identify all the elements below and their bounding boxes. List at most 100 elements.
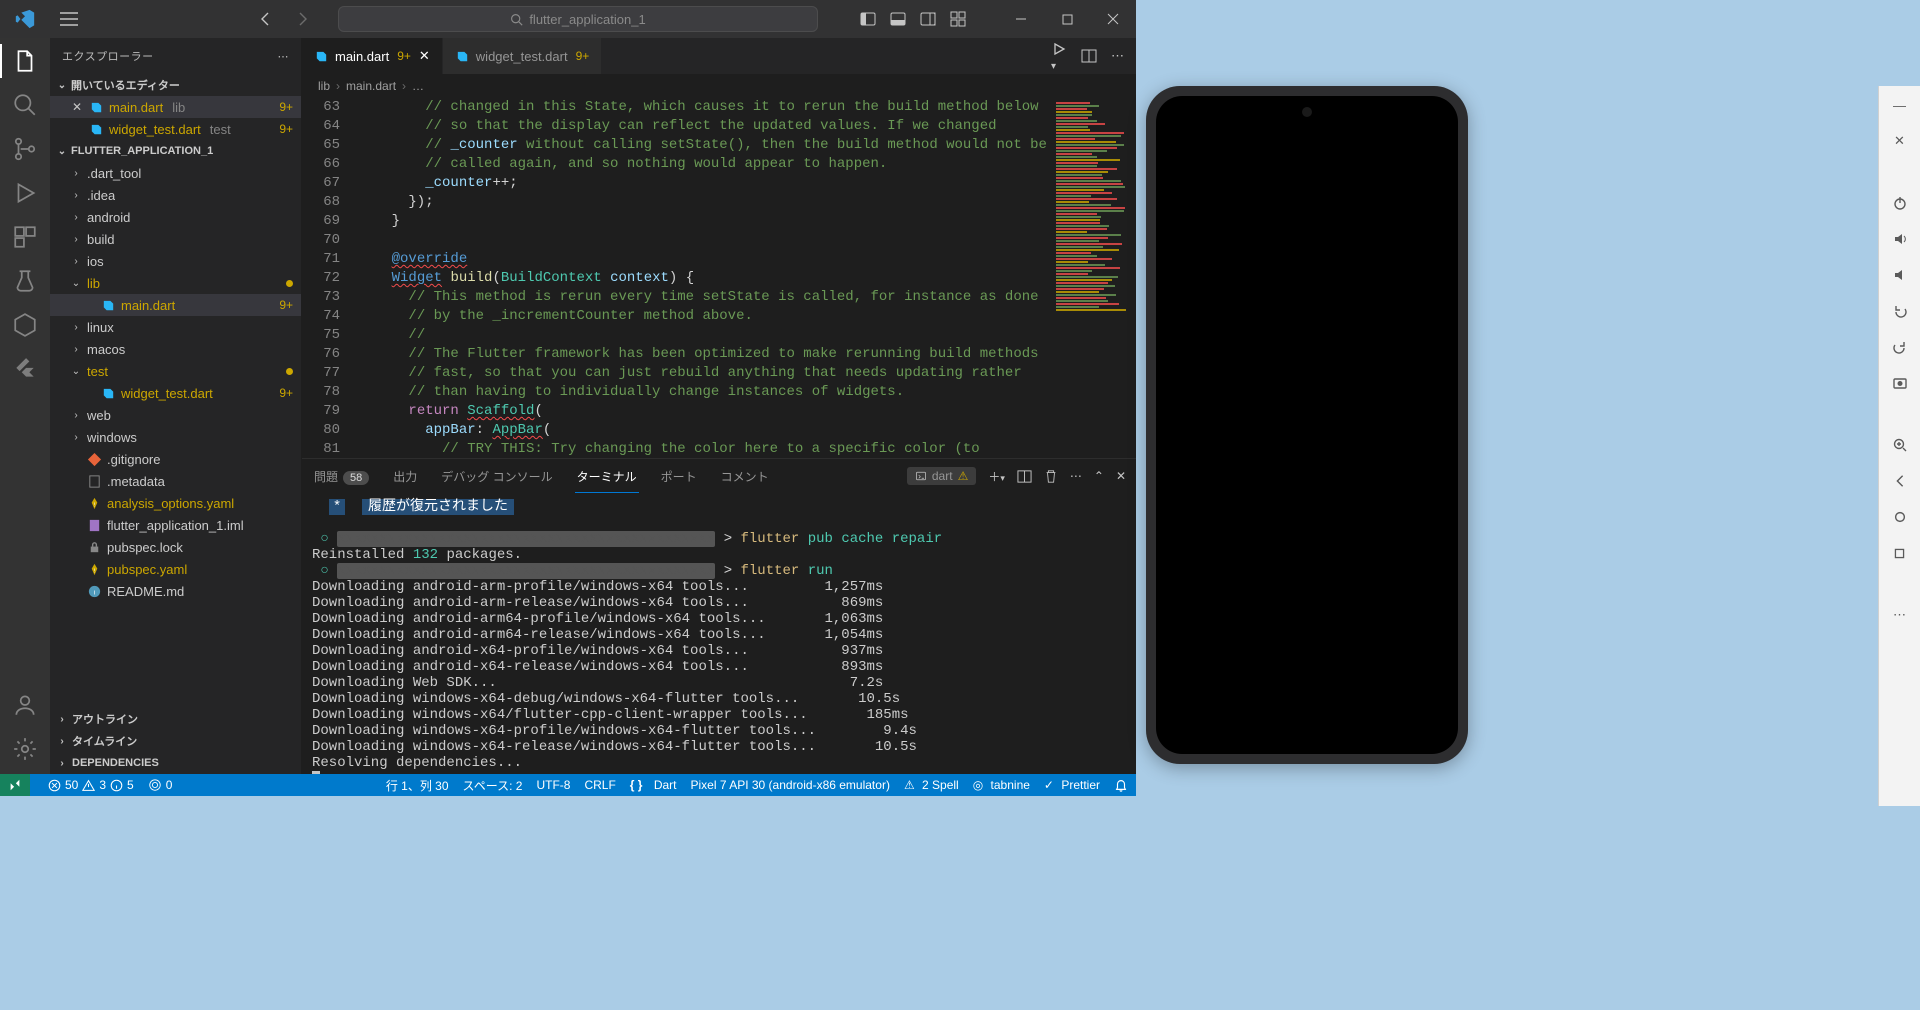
accounts-icon[interactable] xyxy=(12,692,38,718)
customize-layout-icon[interactable] xyxy=(950,11,966,27)
open-editor-item[interactable]: widget_test.darttest9+ xyxy=(50,118,301,140)
search-icon[interactable] xyxy=(12,92,38,118)
kill-terminal-icon[interactable] xyxy=(1044,469,1058,483)
tree-item[interactable]: ›.idea xyxy=(50,184,301,206)
panel-tab-debug-console[interactable]: デバッグ コンソール xyxy=(439,468,554,485)
tree-item[interactable]: ⌄lib xyxy=(50,272,301,294)
open-editor-item[interactable]: ✕main.dartlib9+ xyxy=(50,96,301,118)
status-ports[interactable]: 0 xyxy=(148,778,173,792)
close-editor-icon[interactable]: ✕ xyxy=(70,100,84,114)
flutter-icon[interactable] xyxy=(12,356,38,382)
terminal[interactable]: * 履歴が復元されました ○ xxxxxxxxxxxxxxxxxxxxxxxxx… xyxy=(302,493,1136,774)
status-prettier[interactable]: ✓ Prettier xyxy=(1044,778,1100,792)
emulator-volume-down-icon[interactable] xyxy=(1889,264,1911,286)
source-control-icon[interactable] xyxy=(12,136,38,162)
tree-item[interactable]: ›macos xyxy=(50,338,301,360)
emulator-power-icon[interactable] xyxy=(1889,192,1911,214)
tree-item[interactable]: main.dart9+ xyxy=(50,294,301,316)
emulator-screenshot-icon[interactable] xyxy=(1889,372,1911,394)
breadcrumb-segment[interactable]: … xyxy=(412,79,424,93)
close-panel-icon[interactable]: ✕ xyxy=(1116,469,1126,483)
tree-item[interactable]: ›.dart_tool xyxy=(50,162,301,184)
minimap[interactable] xyxy=(1052,98,1136,458)
status-device[interactable]: Pixel 7 API 30 (android-x86 emulator) xyxy=(691,778,890,792)
code-editor[interactable]: // changed in this State, which causes i… xyxy=(358,98,1052,458)
maximize-panel-icon[interactable]: ⌃ xyxy=(1094,469,1104,483)
emulator-zoom-icon[interactable] xyxy=(1889,434,1911,456)
emulator-close-icon[interactable]: ✕ xyxy=(1889,130,1911,152)
terminal-shell-indicator[interactable]: dart ⚠ xyxy=(907,467,976,485)
window-maximize-icon[interactable] xyxy=(1044,0,1090,38)
close-tab-icon[interactable]: ✕ xyxy=(419,48,430,64)
panel-tab-terminal[interactable]: ターミナル xyxy=(575,468,639,485)
settings-gear-icon[interactable] xyxy=(12,736,38,762)
emulator-rotate-left-icon[interactable] xyxy=(1889,300,1911,322)
emulator-back-icon[interactable] xyxy=(1889,470,1911,492)
status-notifications-icon[interactable] xyxy=(1114,778,1128,792)
emulator-more-icon[interactable]: ⋯ xyxy=(1889,604,1911,626)
status-spell[interactable]: ⚠ 2 Spell xyxy=(904,778,959,792)
run-debug-icon[interactable] xyxy=(12,180,38,206)
tree-item[interactable]: iREADME.md xyxy=(50,580,301,602)
tree-item[interactable]: pubspec.lock xyxy=(50,536,301,558)
tree-item[interactable]: ›android xyxy=(50,206,301,228)
breadcrumb[interactable]: lib›main.dart›… xyxy=(302,74,1136,98)
outline-section[interactable]: ›アウトライン xyxy=(50,708,301,730)
tree-item[interactable]: ›linux xyxy=(50,316,301,338)
extensions-icon[interactable] xyxy=(12,224,38,250)
status-tabnine[interactable]: ◎ tabnine xyxy=(973,778,1030,792)
status-eol[interactable]: CRLF xyxy=(584,778,615,792)
status-spaces[interactable]: スペース: 2 xyxy=(463,777,523,794)
nav-forward-icon[interactable] xyxy=(294,11,310,27)
emulator-overview-icon[interactable] xyxy=(1889,542,1911,564)
menu-icon[interactable] xyxy=(60,12,78,26)
window-minimize-icon[interactable] xyxy=(998,0,1044,38)
run-file-icon[interactable]: ▾ xyxy=(1051,41,1067,72)
emulator-rotate-right-icon[interactable] xyxy=(1889,336,1911,358)
status-language[interactable]: { } Dart xyxy=(630,778,677,792)
tree-item[interactable]: widget_test.dart9+ xyxy=(50,382,301,404)
emulator-screen[interactable] xyxy=(1156,96,1458,754)
panel-more-icon[interactable]: ⋯ xyxy=(1070,469,1082,483)
panel-tab-comments[interactable]: コメント xyxy=(719,468,771,485)
split-editor-icon[interactable] xyxy=(1081,48,1097,64)
dependencies-section[interactable]: ›DEPENDENCIES xyxy=(50,752,301,774)
panel-tab-ports[interactable]: ポート xyxy=(659,468,699,485)
project-section[interactable]: ⌄FLUTTER_APPLICATION_1 xyxy=(50,140,301,162)
tree-item[interactable]: ›build xyxy=(50,228,301,250)
split-terminal-icon[interactable] xyxy=(1017,469,1032,484)
breadcrumb-segment[interactable]: main.dart xyxy=(346,79,396,93)
android-emulator[interactable] xyxy=(1146,86,1468,764)
tree-item[interactable]: !analysis_options.yaml xyxy=(50,492,301,514)
editor-more-icon[interactable]: ⋯ xyxy=(1111,48,1124,64)
tree-item[interactable]: flutter_application_1.iml xyxy=(50,514,301,536)
window-close-icon[interactable] xyxy=(1090,0,1136,38)
panel-tab-output[interactable]: 出力 xyxy=(391,468,419,485)
tree-item[interactable]: ›windows xyxy=(50,426,301,448)
editor-tab[interactable]: main.dart9+✕ xyxy=(302,38,443,74)
remote-indicator[interactable] xyxy=(0,774,30,796)
command-center[interactable]: flutter_application_1 xyxy=(338,6,818,32)
emulator-minimize-icon[interactable]: — xyxy=(1889,94,1911,116)
open-editors-section[interactable]: ⌄開いているエディター xyxy=(50,74,301,96)
new-terminal-icon[interactable]: ＋▾ xyxy=(988,468,1005,485)
explorer-icon[interactable] xyxy=(12,48,38,74)
sidebar-more-icon[interactable]: ⋯ xyxy=(278,50,290,63)
toggle-secondary-sidebar-icon[interactable] xyxy=(920,11,936,27)
emulator-volume-up-icon[interactable] xyxy=(1889,228,1911,250)
breadcrumb-segment[interactable]: lib xyxy=(318,79,330,93)
tree-item[interactable]: ⌄test xyxy=(50,360,301,382)
status-line-col[interactable]: 行 1、列 30 xyxy=(386,777,449,794)
emulator-home-icon[interactable] xyxy=(1889,506,1911,528)
timeline-section[interactable]: ›タイムライン xyxy=(50,730,301,752)
nav-back-icon[interactable] xyxy=(258,11,274,27)
tree-item[interactable]: !pubspec.yaml xyxy=(50,558,301,580)
tree-item[interactable]: .gitignore xyxy=(50,448,301,470)
panel-tab-problems[interactable]: 問題58 xyxy=(312,468,371,485)
editor-tab[interactable]: widget_test.dart9+ xyxy=(443,38,602,74)
status-encoding[interactable]: UTF-8 xyxy=(536,778,570,792)
remote-explorer-icon[interactable] xyxy=(12,312,38,338)
testing-icon[interactable] xyxy=(12,268,38,294)
tree-item[interactable]: ›ios xyxy=(50,250,301,272)
status-problems[interactable]: 50 3 5 xyxy=(48,778,134,792)
